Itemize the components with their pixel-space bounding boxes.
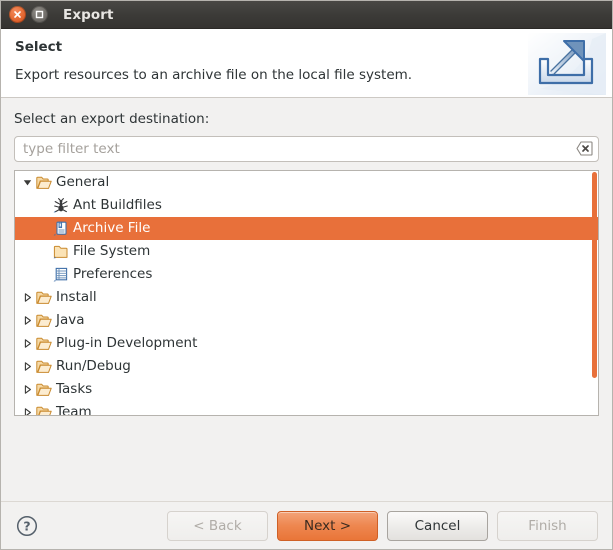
tree-item-label: Java <box>56 312 85 328</box>
clear-filter-glyph <box>576 141 593 156</box>
close-glyph <box>14 11 21 18</box>
title-bar: Export <box>1 1 612 29</box>
tree-expander-spacer <box>38 194 51 217</box>
tree-item-java[interactable]: Java <box>15 309 598 332</box>
preferences-icon <box>51 265 70 284</box>
folder-open-icon <box>34 288 53 307</box>
archive-file-icon <box>51 219 70 238</box>
search-input[interactable] <box>14 136 599 162</box>
tree-item-label: Team <box>56 404 92 415</box>
tree-item-label: Plug-in Development <box>56 335 198 351</box>
export-dialog-window: Export Select Export resources to an arc… <box>0 0 613 550</box>
folder-open-icon <box>34 334 53 353</box>
chevron-down-icon[interactable] <box>21 171 34 194</box>
chevron-right-icon[interactable] <box>21 286 34 309</box>
chevron-right-icon[interactable] <box>21 378 34 401</box>
folder-open-icon <box>34 357 53 376</box>
tree-item-team[interactable]: Team <box>15 401 598 415</box>
chevron-right-icon[interactable] <box>21 332 34 355</box>
back-button[interactable]: < Back <box>167 510 268 541</box>
tree-item-plug-in-development[interactable]: Plug-in Development <box>15 332 598 355</box>
window-title: Export <box>63 6 114 23</box>
scrollbar-thumb[interactable] <box>592 172 597 378</box>
chevron-right-icon[interactable] <box>21 401 34 415</box>
help-glyph: ? <box>16 515 38 536</box>
filter-row <box>14 136 599 162</box>
folder-icon <box>51 242 70 261</box>
tree-body: General Ant Buildfiles Archive File File Sy… <box>15 171 598 415</box>
tree-item-tasks[interactable]: Tasks <box>15 378 598 401</box>
folder-open-icon <box>34 380 53 399</box>
tree-item-label: Preferences <box>73 266 153 282</box>
dialog-footer: ? < Back Next > Cancel Finish <box>1 501 612 549</box>
chevron-right-icon[interactable] <box>21 355 34 378</box>
tree-item-label: Run/Debug <box>56 358 131 374</box>
chevron-right-icon[interactable] <box>21 309 34 332</box>
dialog-buttons: < Back Next > Cancel Finish <box>167 510 598 541</box>
wizard-header: Select Export resources to an archive fi… <box>1 29 612 98</box>
tree-item-archive-file[interactable]: Archive File <box>15 217 598 240</box>
clear-filter-icon[interactable] <box>576 141 593 156</box>
vertical-scrollbar[interactable] <box>592 172 597 414</box>
close-icon[interactable] <box>9 6 26 23</box>
tree-item-label: Tasks <box>56 381 93 397</box>
ant-icon <box>51 196 70 215</box>
tree-item-label: Ant Buildfiles <box>73 197 162 213</box>
export-wizard-icon <box>524 29 612 97</box>
tree-item-ant-buildfiles[interactable]: Ant Buildfiles <box>15 194 598 217</box>
folder-open-icon <box>34 173 53 192</box>
page-title: Select <box>15 39 63 55</box>
tree-expander-spacer <box>38 217 51 240</box>
maximize-glyph <box>35 10 44 19</box>
tree-item-label: Install <box>56 289 97 305</box>
cancel-button[interactable]: Cancel <box>387 510 488 541</box>
export-wizard-glyph <box>528 33 606 95</box>
export-destination-tree[interactable]: General Ant Buildfiles Archive File File Sy… <box>14 170 599 416</box>
dialog-body: Select an export destination: General Ant… <box>1 98 612 503</box>
tree-item-preferences[interactable]: Preferences <box>15 263 598 286</box>
tree-item-label: General <box>56 174 110 190</box>
finish-button[interactable]: Finish <box>497 510 598 541</box>
help-icon[interactable]: ? <box>15 514 39 538</box>
destination-label: Select an export destination: <box>14 111 210 127</box>
tree-item-label: File System <box>73 243 151 259</box>
folder-open-icon <box>34 311 53 330</box>
page-description: Export resources to an archive file on t… <box>15 67 413 83</box>
folder-open-icon <box>34 403 53 415</box>
tree-item-install[interactable]: Install <box>15 286 598 309</box>
tree-item-general[interactable]: General <box>15 171 598 194</box>
maximize-icon[interactable] <box>31 6 48 23</box>
tree-expander-spacer <box>38 263 51 286</box>
tree-item-run-debug[interactable]: Run/Debug <box>15 355 598 378</box>
tree-item-label: Archive File <box>73 220 151 236</box>
svg-text:?: ? <box>23 518 30 533</box>
tree-expander-spacer <box>38 240 51 263</box>
next-button[interactable]: Next > <box>277 510 378 541</box>
tree-item-file-system[interactable]: File System <box>15 240 598 263</box>
